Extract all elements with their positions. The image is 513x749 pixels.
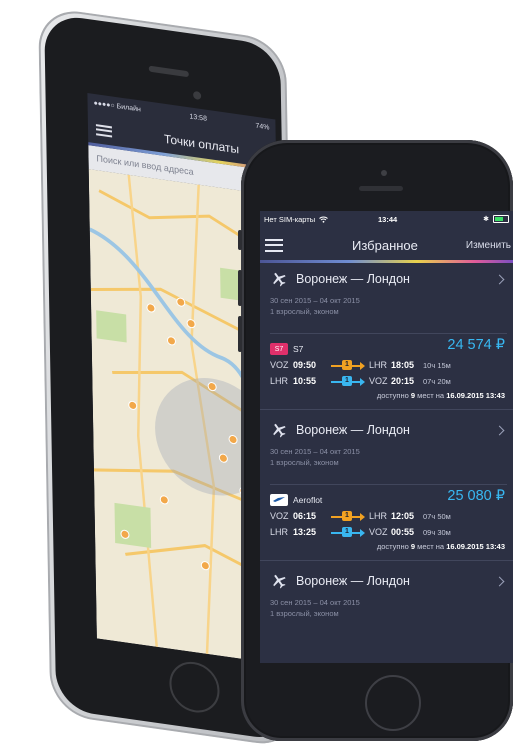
stops-count: 1 (342, 527, 352, 537)
back-camera (193, 90, 202, 101)
leg-destination: VOZ (369, 376, 388, 386)
earpiece (359, 186, 403, 191)
leg-duration: 07ч 50м (423, 511, 451, 521)
route-header[interactable]: Воронеж — Лондон (270, 414, 507, 446)
flight-offer[interactable]: S7 S7 24 574 ₽ VOZ 09:50 1 LHR 18:05 10ч… (270, 333, 507, 403)
flight-leg: VOZ 06:15 1 LHR 12:05 07ч 50м (270, 508, 507, 524)
route-header[interactable]: Воронеж — Лондон (270, 263, 507, 295)
app-screen: Нет SIM-карты 13:44 ✱ Избранное Изменить (260, 211, 513, 663)
route-passengers: 1 взрослый, эконом (270, 307, 339, 316)
availability-text: доступно 9 мест на 16.09.2015 13:43 (270, 389, 507, 403)
edit-button[interactable]: Изменить (466, 240, 511, 251)
chevron-right-icon (494, 576, 505, 586)
availability-text: доступно 9 мест на 16.09.2015 13:43 (270, 540, 507, 554)
leg-arrival-time: 12:05 (391, 511, 415, 521)
aeroflot-logo-icon (270, 494, 288, 506)
offer-price: 25 080 ₽ (447, 488, 505, 504)
stops-arrow-icon: 1 (331, 375, 365, 387)
mute-switch (238, 230, 242, 250)
leg-departure-time: 09:50 (293, 360, 317, 370)
availability-date: 16.09.2015 13:43 (446, 391, 505, 400)
plane-icon (273, 574, 286, 589)
section-divider (260, 560, 513, 561)
route-dates: 30 сен 2015 – 04 окт 2015 (270, 598, 360, 607)
carrier-label: Нет SIM-карты (264, 214, 316, 224)
volume-up-button (238, 270, 242, 306)
leg-arrival-time: 18:05 (391, 360, 415, 370)
leg-arrival-time: 20:15 (391, 376, 415, 386)
route-passengers: 1 взрослый, эконом (270, 609, 339, 618)
leg-duration: 09ч 30м (423, 527, 451, 537)
availability-mid: мест на (417, 542, 445, 551)
flight-leg: LHR 10:55 1 VOZ 20:15 07ч 20м (270, 373, 507, 389)
status-time: 13:44 (378, 214, 398, 224)
front-phone: Нет SIM-карты 13:44 ✱ Избранное Изменить (238, 140, 513, 741)
airline-name: Aeroflot (293, 495, 323, 505)
menu-icon[interactable] (265, 238, 283, 252)
leg-origin: VOZ (270, 360, 289, 370)
availability-date: 16.09.2015 13:43 (446, 542, 505, 551)
flight-leg: VOZ 09:50 1 LHR 18:05 10ч 15м (270, 357, 507, 373)
leg-destination: LHR (369, 511, 388, 521)
plane-icon (273, 272, 286, 287)
availability-mid: мест на (417, 391, 445, 400)
route-title: Воронеж — Лондон (296, 423, 410, 437)
stops-count: 1 (342, 376, 352, 386)
leg-origin: LHR (270, 527, 289, 537)
offer-price: 24 574 ₽ (447, 337, 505, 353)
favorite-route: Воронеж — Лондон 30 сен 2015 – 04 окт 20… (260, 414, 513, 468)
back-battery: 74% (255, 122, 270, 132)
chevron-right-icon (494, 425, 505, 435)
back-page-title: Точки оплаты (163, 131, 240, 157)
battery-icon (493, 215, 509, 223)
section-divider (260, 409, 513, 410)
leg-arrival-time: 00:55 (391, 527, 415, 537)
airline-name: S7 (293, 344, 304, 354)
stops-arrow-icon: 1 (331, 359, 365, 371)
seats-count: 9 (410, 391, 416, 400)
navbar: Избранное Изменить (260, 227, 513, 263)
front-camera (381, 170, 387, 176)
leg-destination: LHR (369, 360, 388, 370)
home-button[interactable] (365, 675, 421, 731)
availability-prefix: доступно (376, 391, 409, 400)
flight-leg: LHR 13:25 1 VOZ 00:55 09ч 30м (270, 524, 507, 540)
leg-departure-time: 13:25 (293, 527, 317, 537)
stops-arrow-icon: 1 (331, 510, 365, 522)
stops-arrow-icon: 1 (331, 526, 365, 538)
route-passengers: 1 взрослый, эконом (270, 458, 339, 467)
flight-offer[interactable]: Aeroflot 25 080 ₽ VOZ 06:15 1 LHR 12:05 … (270, 484, 507, 554)
status-bar: Нет SIM-карты 13:44 ✱ (260, 211, 513, 227)
route-title: Воронеж — Лондон (296, 574, 410, 588)
plane-icon (273, 423, 286, 438)
leg-departure-time: 10:55 (293, 376, 317, 386)
availability-prefix: доступно (376, 542, 409, 551)
volume-down-button (238, 316, 242, 352)
leg-duration: 10ч 15м (423, 360, 451, 370)
s7-logo-icon: S7 (270, 343, 288, 355)
back-carrier: ●●●●○ Билайн (93, 99, 141, 114)
leg-duration: 07ч 20м (423, 376, 451, 386)
wifi-icon (319, 216, 328, 223)
stops-count: 1 (342, 360, 352, 370)
route-header[interactable]: Воронеж — Лондон (270, 565, 507, 597)
back-time: 13:58 (189, 112, 208, 123)
leg-origin: LHR (270, 376, 289, 386)
leg-departure-time: 06:15 (293, 511, 317, 521)
page-title: Избранное (352, 237, 418, 253)
favorite-route: Воронеж — Лондон 30 сен 2015 – 04 окт 20… (260, 263, 513, 317)
back-menu-icon[interactable] (95, 123, 113, 137)
route-dates: 30 сен 2015 – 04 окт 2015 (270, 296, 360, 305)
seats-count: 9 (410, 542, 416, 551)
leg-destination: VOZ (369, 527, 388, 537)
stops-count: 1 (342, 511, 352, 521)
chevron-right-icon (494, 274, 505, 284)
route-dates: 30 сен 2015 – 04 окт 2015 (270, 447, 360, 456)
route-title: Воронеж — Лондон (296, 272, 410, 286)
bluetooth-icon: ✱ (483, 216, 489, 223)
leg-origin: VOZ (270, 511, 289, 521)
favorite-route: Воронеж — Лондон 30 сен 2015 – 04 окт 20… (260, 565, 513, 619)
